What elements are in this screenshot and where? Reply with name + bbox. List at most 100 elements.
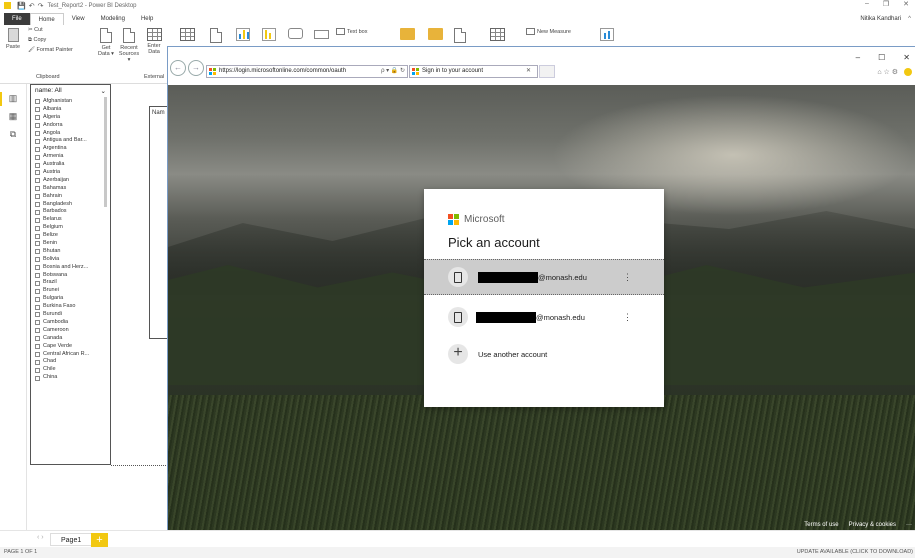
from-marketplace-button[interactable] — [400, 28, 415, 42]
checkbox[interactable] — [35, 249, 40, 255]
report-view-icon[interactable]: ▥ — [8, 94, 18, 103]
back-button[interactable]: ← — [170, 60, 186, 76]
checkbox[interactable] — [35, 178, 40, 184]
checkbox[interactable] — [35, 241, 40, 247]
slicer-item[interactable]: Burundi — [35, 311, 89, 319]
checkbox[interactable] — [35, 115, 40, 121]
checkbox[interactable] — [35, 154, 40, 160]
slicer-item[interactable]: Brazil — [35, 279, 89, 287]
slicer-item[interactable]: Central African R... — [35, 351, 89, 359]
slicer-item[interactable]: Andorra — [35, 122, 89, 130]
slicer-item[interactable]: Belarus — [35, 216, 89, 224]
new-measure-button[interactable]: New Measure — [526, 28, 571, 35]
checkbox[interactable] — [35, 209, 40, 215]
terms-link[interactable]: Terms of use — [804, 522, 838, 528]
slicer-item[interactable]: Bosnia and Herz... — [35, 264, 89, 272]
new-visual-button[interactable] — [236, 28, 250, 43]
checkbox[interactable] — [35, 131, 40, 136]
checkbox[interactable] — [35, 280, 40, 286]
checkbox[interactable] — [35, 217, 40, 223]
slicer-item[interactable]: Chile — [35, 366, 89, 374]
slicer-item[interactable]: Barbados — [35, 208, 89, 216]
browser-close-button[interactable]: ✕ — [903, 53, 910, 62]
account-option-1[interactable]: @monash.edu ⋮ — [424, 259, 664, 295]
forward-button[interactable]: → — [188, 60, 204, 76]
privacy-link[interactable]: Privacy & cookies — [849, 522, 896, 528]
checkbox[interactable] — [35, 359, 40, 365]
copy-button[interactable]: ⧉ Copy — [28, 37, 46, 43]
tab-file[interactable]: File — [4, 12, 30, 25]
checkbox[interactable] — [35, 99, 40, 105]
use-another-account-button[interactable]: + Use another account — [448, 344, 547, 364]
checkbox[interactable] — [35, 320, 40, 326]
checkbox[interactable] — [35, 194, 40, 200]
slicer-item[interactable]: Argentina — [35, 145, 89, 153]
slicer-item[interactable]: China — [35, 374, 89, 382]
tab-help[interactable]: Help — [133, 13, 161, 25]
new-page-button[interactable] — [210, 28, 222, 45]
redo-icon[interactable]: ↷ — [38, 2, 44, 10]
checkbox[interactable] — [35, 225, 40, 231]
slicer-item[interactable]: Algeria — [35, 114, 89, 122]
checkbox[interactable] — [35, 312, 40, 318]
ask-question-button[interactable] — [262, 28, 276, 43]
ribbon-collapse-icon[interactable]: ^ — [908, 16, 911, 22]
slicer-item[interactable]: Antigua and Bar... — [35, 137, 89, 145]
slicer-item[interactable]: Benin — [35, 240, 89, 248]
checkbox[interactable] — [35, 146, 40, 152]
slicer-item[interactable]: Burkina Faso — [35, 303, 89, 311]
checkbox[interactable] — [35, 367, 40, 373]
checkbox[interactable] — [35, 296, 40, 302]
from-file-button[interactable] — [428, 28, 443, 42]
cut-button[interactable]: ✂ Cut — [28, 27, 43, 33]
undo-icon[interactable]: ↶ — [29, 2, 35, 10]
more-options-icon[interactable]: ⋮ — [623, 312, 632, 323]
slicer-item[interactable]: Austria — [35, 169, 89, 177]
slicer-item[interactable]: Brunei — [35, 287, 89, 295]
address-bar[interactable]: https://login.microsoftonline.com/common… — [206, 65, 408, 78]
update-available-link[interactable]: UPDATE AVAILABLE (CLICK TO DOWNLOAD) — [797, 549, 913, 555]
get-data-button[interactable]: Get Data ▾ — [96, 28, 116, 57]
slicer-item[interactable]: Bahamas — [35, 185, 89, 193]
checkbox[interactable] — [35, 304, 40, 310]
slicer-item[interactable]: Afghanistan — [35, 98, 89, 106]
switch-theme-button[interactable] — [454, 28, 466, 45]
checkbox[interactable] — [35, 351, 40, 357]
slicer-item[interactable]: Bangladesh — [35, 201, 89, 209]
checkbox[interactable] — [35, 328, 40, 334]
manage-relationships-button[interactable] — [490, 28, 505, 43]
model-view-icon[interactable]: ⧉ — [8, 130, 18, 139]
slicer-item[interactable]: Chad — [35, 358, 89, 366]
checkbox[interactable] — [35, 288, 40, 294]
tab-view[interactable]: View — [64, 13, 93, 25]
new-tab-button[interactable] — [539, 65, 555, 78]
slicer-item[interactable]: Australia — [35, 161, 89, 169]
slicer-item[interactable]: Azerbaijan — [35, 177, 89, 185]
browser-minimize-button[interactable]: – — [856, 53, 860, 62]
slicer-item[interactable]: Belize — [35, 232, 89, 240]
save-icon[interactable]: 💾 — [17, 2, 26, 10]
feedback-smiley-icon[interactable] — [904, 68, 912, 76]
slicer-item[interactable]: Albania — [35, 106, 89, 114]
page-tab-page1[interactable]: Page1 — [50, 533, 93, 546]
checkbox[interactable] — [35, 186, 40, 192]
checkbox[interactable] — [35, 162, 40, 168]
signed-in-user[interactable]: Nitika Kandhari — [860, 16, 901, 22]
enter-data-button[interactable]: Enter Data — [144, 28, 164, 55]
checkbox[interactable] — [35, 375, 40, 381]
slicer-item[interactable]: Bhutan — [35, 248, 89, 256]
slicer-item[interactable]: Cameroon — [35, 327, 89, 335]
data-view-icon[interactable]: ▦ — [8, 112, 18, 121]
recent-sources-button[interactable]: Recent Sources ▾ — [118, 28, 140, 63]
slicer-scrollbar[interactable] — [104, 97, 107, 207]
slicer-item[interactable]: Bahrain — [35, 193, 89, 201]
add-page-button[interactable]: + — [91, 533, 108, 547]
tab-close-icon[interactable]: ✕ — [526, 66, 537, 77]
checkbox[interactable] — [35, 273, 40, 279]
home-star-gear-icons[interactable]: ⌂ ☆ ⚙ — [877, 68, 898, 76]
browser-maximize-button[interactable]: ☐ — [878, 53, 885, 62]
slicer-item[interactable]: Bolivia — [35, 256, 89, 264]
account-option-2[interactable]: @monash.edu ⋮ — [424, 299, 664, 335]
slicer-item[interactable]: Cambodia — [35, 319, 89, 327]
checkbox[interactable] — [35, 170, 40, 176]
